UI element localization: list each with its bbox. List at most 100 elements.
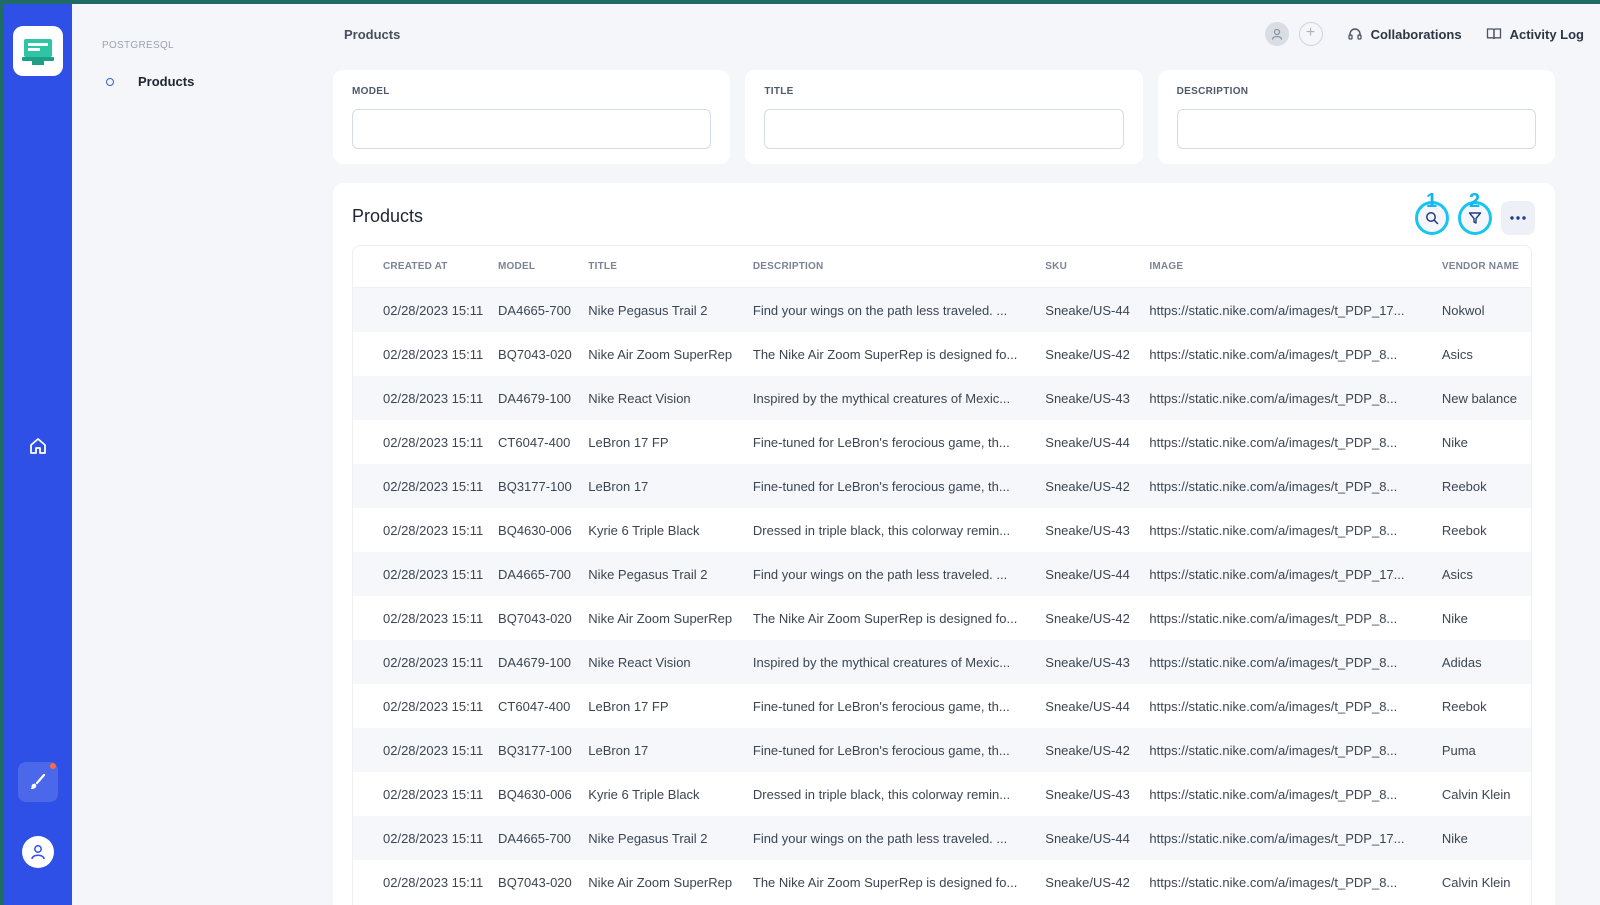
created-at-cell: 02/28/2023 15:11: [383, 742, 484, 758]
model-cell: BQ7043-020: [498, 610, 572, 626]
panel-title: Products: [352, 206, 424, 226]
app-logo-icon[interactable]: [13, 26, 63, 76]
filter-bar: MODEL TITLE DESCRIPTION: [333, 70, 1555, 164]
sku-cell: Sneake/US-42: [1045, 478, 1130, 494]
column-header-sku[interactable]: SKU: [1045, 261, 1149, 272]
activity-log-button[interactable]: Activity Log: [1486, 26, 1584, 42]
model-cell: DA4679-100: [498, 390, 572, 406]
table-row[interactable]: 02/28/2023 15:11 BQ7043-020 Nike Air Zoom …: [353, 596, 1531, 640]
model-cell: BQ7043-020: [498, 874, 572, 890]
title-cell: Nike React Vision: [588, 654, 691, 670]
description-cell: The Nike Air Zoom SuperRep is designed f…: [752, 610, 1018, 626]
user-icon: [1271, 28, 1282, 40]
products-table: CREATED AT MODEL TITLE DESCRIPTION SKU I…: [352, 245, 1532, 905]
column-header-vendor-name[interactable]: VENDOR NAME: [1442, 261, 1531, 272]
search-button[interactable]: 1: [1415, 190, 1449, 235]
table-row[interactable]: 02/28/2023 15:11 BQ4630-006 Kyrie 6 Triple…: [353, 772, 1531, 816]
description-cell: Fine-tuned for LeBron's ferocious game, …: [752, 434, 1010, 450]
image-cell: https://static.nike.com/a/images/t_PDP_8…: [1149, 346, 1398, 362]
table-row[interactable]: 02/28/2023 15:11 BQ7043-020 Nike Air Zoom …: [353, 860, 1531, 904]
image-cell: https://static.nike.com/a/images/t_PDP_1…: [1149, 302, 1405, 318]
created-at-cell: 02/28/2023 15:11: [383, 698, 484, 714]
more-icon: [1510, 216, 1526, 220]
column-header-title[interactable]: TITLE: [588, 261, 753, 272]
table-row[interactable]: 02/28/2023 15:11 DA4665-700 Nike Pegasus T…: [353, 816, 1531, 860]
created-at-cell: 02/28/2023 15:11: [383, 786, 484, 802]
model-cell: BQ4630-006: [498, 522, 572, 538]
vendor-name-cell: Reebok: [1441, 478, 1487, 494]
vendor-name-cell: Puma: [1441, 742, 1476, 758]
filter-icon: [1468, 212, 1482, 224]
title-cell: LeBron 17 FP: [588, 434, 669, 450]
more-options-button[interactable]: [1501, 201, 1535, 235]
table-row[interactable]: 02/28/2023 15:11 DA4665-700 Nike Pegasus T…: [353, 552, 1531, 596]
created-at-cell: 02/28/2023 15:11: [383, 346, 484, 362]
sidebar-group-label: POSTGRESQL: [102, 40, 174, 51]
table-row[interactable]: 02/28/2023 15:11 DA4665-700 Nike Pegasus T…: [353, 288, 1531, 332]
title-cell: Kyrie 6 Triple Black: [588, 786, 700, 802]
image-cell: https://static.nike.com/a/images/t_PDP_8…: [1149, 874, 1398, 890]
column-header-model[interactable]: MODEL: [498, 261, 588, 272]
table-row[interactable]: 02/28/2023 15:11 CT6047-400 LeBron 17 FP Fi…: [353, 420, 1531, 464]
title-cell: LeBron 17: [588, 478, 649, 494]
column-header-created-at[interactable]: CREATED AT: [353, 261, 498, 272]
column-header-image[interactable]: IMAGE: [1149, 261, 1441, 272]
table-header: CREATED AT MODEL TITLE DESCRIPTION SKU I…: [353, 246, 1531, 288]
sidebar-nav: POSTGRESQL Products: [72, 4, 330, 905]
notification-dot: [50, 763, 56, 769]
table-row[interactable]: 02/28/2023 15:11 DA4679-100 Nike React Vis…: [353, 640, 1531, 684]
sku-cell: Sneake/US-44: [1045, 698, 1130, 714]
collaborations-button[interactable]: Collaborations: [1347, 26, 1462, 42]
vendor-name-cell: Nike: [1441, 434, 1468, 450]
filter-button[interactable]: 2: [1458, 190, 1492, 235]
model-cell: BQ3177-100: [498, 742, 572, 758]
brush-button[interactable]: [18, 762, 58, 802]
sku-cell: Sneake/US-44: [1045, 830, 1130, 846]
description-cell: Find your wings on the path less travele…: [752, 830, 1008, 846]
sku-cell: Sneake/US-44: [1045, 302, 1130, 318]
model-cell: BQ3177-100: [498, 478, 572, 494]
sku-cell: Sneake/US-42: [1045, 874, 1130, 890]
sku-cell: Sneake/US-42: [1045, 610, 1130, 626]
vendor-name-cell: Asics: [1441, 566, 1473, 582]
table-row[interactable]: 02/28/2023 15:11 DA4679-100 Nike React Vis…: [353, 376, 1531, 420]
vendor-name-cell: Calvin Klein: [1441, 786, 1511, 802]
sku-cell: Sneake/US-44: [1045, 434, 1130, 450]
vendor-name-cell: Nokwol: [1441, 302, 1485, 318]
description-cell: Fine-tuned for LeBron's ferocious game, …: [752, 478, 1010, 494]
table-row[interactable]: 02/28/2023 15:11 CT6047-400 LeBron 17 FP Fi…: [353, 684, 1531, 728]
created-at-cell: 02/28/2023 15:11: [383, 302, 484, 318]
table-body: 02/28/2023 15:11 DA4665-700 Nike Pegasus T…: [353, 288, 1531, 904]
user-avatar-button[interactable]: [22, 836, 54, 868]
avatar[interactable]: [1264, 22, 1289, 46]
sku-cell: Sneake/US-42: [1045, 346, 1130, 362]
table-row[interactable]: 02/28/2023 15:11 BQ3177-100 LeBron 17 Fine-…: [353, 728, 1531, 772]
book-icon: [1486, 28, 1501, 40]
description-cell: The Nike Air Zoom SuperRep is designed f…: [752, 346, 1018, 362]
home-icon[interactable]: [24, 432, 52, 460]
created-at-cell: 02/28/2023 15:11: [383, 478, 484, 494]
add-collaborator-button[interactable]: +: [1298, 22, 1323, 46]
column-header-description[interactable]: DESCRIPTION: [753, 261, 1045, 272]
model-input[interactable]: [352, 109, 712, 149]
sidebar-item-products[interactable]: Products: [106, 74, 194, 89]
header-actions: + Collaborations Activity Log: [1264, 22, 1584, 46]
table-row[interactable]: 02/28/2023 15:11 BQ3177-100 LeBron 17 Fine-…: [353, 464, 1531, 508]
headset-icon: [1347, 28, 1362, 40]
description-cell: Dressed in triple black, this colorway r…: [752, 786, 1011, 802]
table-row[interactable]: 02/28/2023 15:11 BQ4630-006 Kyrie 6 Triple…: [353, 508, 1531, 552]
sku-cell: Sneake/US-44: [1045, 566, 1130, 582]
image-cell: https://static.nike.com/a/images/t_PDP_8…: [1149, 742, 1398, 758]
description-input[interactable]: [1176, 109, 1536, 149]
model-cell: CT6047-400: [498, 434, 571, 450]
sku-cell: Sneake/US-43: [1045, 786, 1130, 802]
description-cell: Dressed in triple black, this colorway r…: [752, 522, 1011, 538]
table-row[interactable]: 02/28/2023 15:11 BQ7043-020 Nike Air Zoom …: [353, 332, 1531, 376]
annotation-marker-2: 2: [1469, 190, 1481, 212]
image-cell: https://static.nike.com/a/images/t_PDP_8…: [1149, 610, 1398, 626]
brush-icon: [31, 773, 46, 789]
title-input[interactable]: [764, 109, 1124, 149]
created-at-cell: 02/28/2023 15:11: [383, 654, 484, 670]
description-cell: Fine-tuned for LeBron's ferocious game, …: [752, 742, 1010, 758]
app-rail: [4, 4, 72, 905]
